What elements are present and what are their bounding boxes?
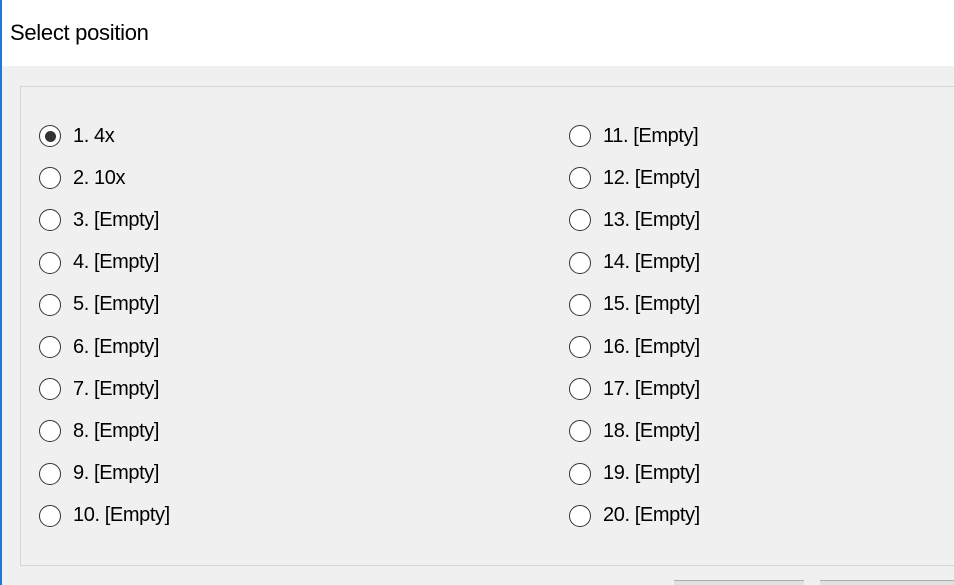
radio-button-icon[interactable]	[569, 378, 591, 401]
radio-button-icon[interactable]	[39, 125, 61, 148]
select-position-dialog: Select position 1. 4x 2. 10x 3. [Empty] …	[0, 0, 954, 585]
position-radio-5[interactable]: 5. [Empty]	[39, 284, 170, 326]
ok-button[interactable]	[674, 580, 804, 585]
position-label[interactable]: 1. 4x	[73, 125, 115, 148]
radio-button-icon[interactable]	[569, 167, 591, 190]
position-label[interactable]: 19. [Empty]	[603, 462, 700, 485]
position-radio-18[interactable]: 18. [Empty]	[569, 410, 700, 452]
radio-button-icon[interactable]	[569, 336, 591, 359]
position-radio-16[interactable]: 16. [Empty]	[569, 326, 700, 368]
radio-button-icon[interactable]	[39, 336, 61, 359]
radio-button-icon[interactable]	[569, 209, 591, 232]
radio-button-icon[interactable]	[569, 125, 591, 148]
radio-button-icon[interactable]	[569, 251, 591, 274]
position-label[interactable]: 7. [Empty]	[73, 378, 159, 401]
position-label[interactable]: 9. [Empty]	[73, 462, 159, 485]
window-title: Select position	[10, 20, 149, 45]
position-group-box: 1. 4x 2. 10x 3. [Empty] 4. [Empty] 5. [E…	[20, 86, 954, 566]
position-radio-1[interactable]: 1. 4x	[39, 115, 170, 157]
position-label[interactable]: 14. [Empty]	[603, 251, 700, 274]
position-radio-3[interactable]: 3. [Empty]	[39, 199, 170, 241]
position-label[interactable]: 12. [Empty]	[603, 167, 700, 190]
position-label[interactable]: 17. [Empty]	[603, 378, 700, 401]
radio-button-icon[interactable]	[39, 209, 61, 232]
position-radio-9[interactable]: 9. [Empty]	[39, 453, 170, 495]
radio-button-icon[interactable]	[569, 504, 591, 527]
title-bar[interactable]: Select position	[2, 0, 954, 66]
position-label[interactable]: 15. [Empty]	[603, 293, 700, 316]
position-radio-8[interactable]: 8. [Empty]	[39, 410, 170, 452]
position-radio-10[interactable]: 10. [Empty]	[39, 495, 170, 537]
position-radio-17[interactable]: 17. [Empty]	[569, 368, 700, 410]
position-label[interactable]: 6. [Empty]	[73, 336, 159, 359]
position-column-left: 1. 4x 2. 10x 3. [Empty] 4. [Empty] 5. [E…	[39, 115, 170, 537]
position-radio-15[interactable]: 15. [Empty]	[569, 284, 700, 326]
radio-button-icon[interactable]	[39, 167, 61, 190]
position-radio-12[interactable]: 12. [Empty]	[569, 157, 700, 199]
position-radio-6[interactable]: 6. [Empty]	[39, 326, 170, 368]
position-label[interactable]: 10. [Empty]	[73, 504, 170, 527]
position-radio-7[interactable]: 7. [Empty]	[39, 368, 170, 410]
position-label[interactable]: 11. [Empty]	[603, 125, 699, 148]
radio-button-icon[interactable]	[39, 462, 61, 485]
position-radio-20[interactable]: 20. [Empty]	[569, 495, 700, 537]
radio-button-icon[interactable]	[39, 420, 61, 443]
position-label[interactable]: 3. [Empty]	[73, 209, 159, 232]
position-radio-4[interactable]: 4. [Empty]	[39, 242, 170, 284]
radio-button-icon[interactable]	[39, 293, 61, 316]
radio-button-icon[interactable]	[39, 251, 61, 274]
radio-button-icon[interactable]	[569, 293, 591, 316]
position-radio-2[interactable]: 2. 10x	[39, 157, 170, 199]
position-radio-11[interactable]: 11. [Empty]	[569, 115, 700, 157]
radio-button-icon[interactable]	[39, 504, 61, 527]
position-label[interactable]: 2. 10x	[73, 167, 125, 190]
position-radio-19[interactable]: 19. [Empty]	[569, 453, 700, 495]
cancel-button[interactable]	[820, 580, 954, 585]
position-label[interactable]: 20. [Empty]	[603, 504, 700, 527]
position-radio-14[interactable]: 14. [Empty]	[569, 242, 700, 284]
position-radio-13[interactable]: 13. [Empty]	[569, 199, 700, 241]
position-label[interactable]: 18. [Empty]	[603, 420, 700, 443]
position-label[interactable]: 13. [Empty]	[603, 209, 700, 232]
position-label[interactable]: 8. [Empty]	[73, 420, 159, 443]
position-label[interactable]: 16. [Empty]	[603, 336, 700, 359]
position-label[interactable]: 4. [Empty]	[73, 251, 159, 274]
dialog-button-area	[2, 574, 954, 585]
position-column-right: 11. [Empty] 12. [Empty] 13. [Empty] 14. …	[569, 115, 700, 537]
radio-button-icon[interactable]	[569, 462, 591, 485]
radio-button-icon[interactable]	[39, 378, 61, 401]
radio-button-icon[interactable]	[569, 420, 591, 443]
position-label[interactable]: 5. [Empty]	[73, 293, 159, 316]
